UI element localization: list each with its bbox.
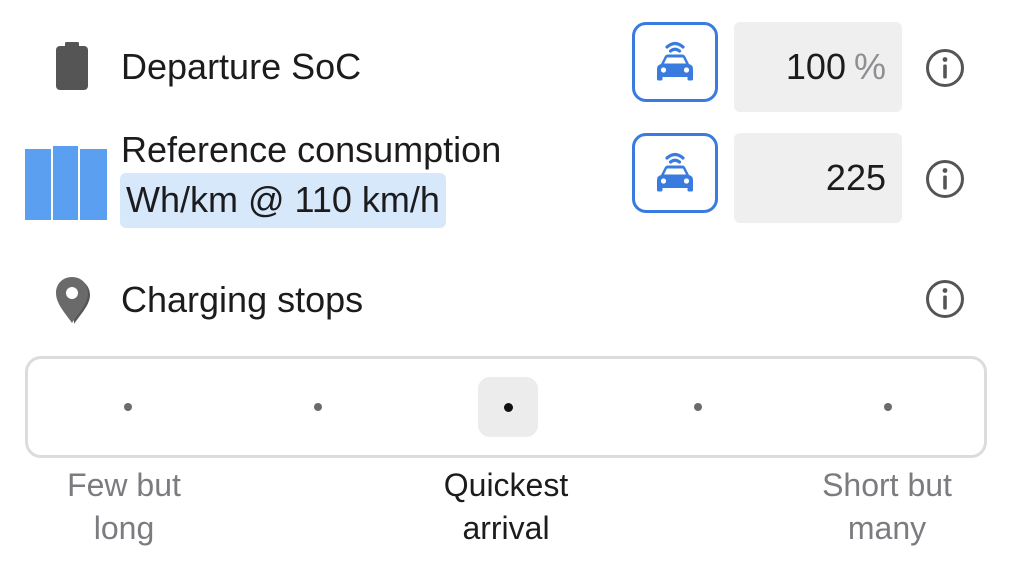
slider-label-few-but-long: Few but long	[24, 464, 224, 550]
slider-dot	[314, 403, 322, 411]
info-icon[interactable]	[925, 279, 965, 319]
consumption-value-field[interactable]: 225	[734, 133, 902, 223]
info-icon[interactable]	[925, 48, 965, 88]
slider-label-line: arrival	[462, 510, 550, 546]
departure-soc-unit: %	[853, 46, 886, 87]
slider-label-short-but-many: Short but many	[787, 464, 987, 550]
departure-soc-row: Departure SoC 100%	[0, 0, 1024, 120]
map-pin-icon	[56, 277, 90, 324]
slider-stop-selected[interactable]	[478, 359, 538, 455]
consumption-value: 225	[825, 157, 886, 198]
slider-stop[interactable]	[858, 359, 918, 455]
charging-stops-row: Charging stops	[0, 260, 1024, 340]
connected-car-icon	[657, 152, 693, 192]
slider-label-line: many	[847, 510, 927, 546]
charging-stops-label: Charging stops	[121, 279, 364, 320]
info-icon[interactable]	[925, 159, 965, 199]
battery-bars-icon	[25, 146, 107, 220]
departure-soc-value-field[interactable]: 100%	[734, 22, 902, 112]
slider-label-line: long	[93, 510, 155, 546]
slider-dot	[884, 403, 892, 411]
slider-label-quickest-arrival: Quickest arrival	[406, 464, 606, 550]
slider-stop[interactable]	[668, 359, 728, 455]
departure-soc-value: 100	[785, 46, 846, 87]
slider-label-line: Few but	[67, 467, 181, 503]
slider-label-line: Quickest	[443, 467, 569, 503]
slider-dot	[503, 402, 513, 412]
slider-label-line: Short but	[822, 467, 952, 503]
charging-stops-slider[interactable]	[25, 356, 987, 458]
reference-consumption-label: Reference consumption	[121, 129, 502, 170]
slider-knob[interactable]	[478, 377, 538, 437]
slider-stop[interactable]	[288, 359, 348, 455]
consumption-car-button[interactable]	[632, 133, 718, 213]
reference-consumption-row: Reference consumption Wh/km @ 110 km/h 2…	[0, 120, 1024, 240]
slider-dot	[694, 403, 702, 411]
consumption-unit-label[interactable]: Wh/km @ 110 km/h	[120, 173, 446, 228]
slider-stop[interactable]	[98, 359, 158, 455]
connected-car-icon	[657, 41, 693, 81]
slider-dot	[124, 403, 132, 411]
departure-car-button[interactable]	[632, 22, 718, 102]
battery-icon	[56, 42, 88, 90]
departure-soc-label: Departure SoC	[121, 46, 362, 87]
